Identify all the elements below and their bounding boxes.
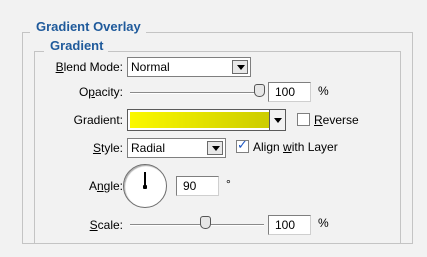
angle-label: Angle: <box>0 178 123 194</box>
reverse-checkbox[interactable] <box>297 113 310 126</box>
blend-mode-select[interactable]: Normal <box>127 57 251 77</box>
blend-mode-label: Blend Mode: <box>0 59 123 75</box>
opacity-slider-track[interactable] <box>130 92 264 94</box>
scale-label-post: cale: <box>97 218 123 232</box>
style-select[interactable]: Radial <box>127 138 226 158</box>
blend-mode-value: Normal <box>131 60 170 74</box>
opacity-input[interactable]: 100 <box>268 82 311 102</box>
scale-unit: % <box>318 216 329 230</box>
opacity-unit: % <box>318 84 329 98</box>
gradient-picker[interactable] <box>127 109 286 131</box>
align-label-pre: Align <box>253 140 284 154</box>
blend-mode-label-post: lend Mode: <box>63 60 123 74</box>
align-with-layer-checkbox[interactable] <box>236 138 249 153</box>
align-label-post: ith Layer <box>291 140 338 154</box>
opacity-slider-thumb[interactable] <box>254 84 265 97</box>
blend-mode-label-mnemonic: B <box>55 60 64 74</box>
gradient-overlay-title: Gradient Overlay <box>30 19 146 34</box>
scale-input[interactable]: 100 <box>268 215 311 235</box>
scale-label-mnemonic: S <box>89 218 98 232</box>
angle-label-mnemonic: n <box>96 179 104 193</box>
angle-label-pre: A <box>88 179 97 193</box>
style-value: Radial <box>131 141 166 155</box>
angle-input[interactable]: 90 <box>176 176 219 196</box>
gradient-group-title: Gradient <box>44 38 109 53</box>
angle-dial-center <box>143 185 147 189</box>
opacity-label: Opacity: <box>0 84 123 100</box>
align-label-mnemonic: w <box>283 140 292 154</box>
reverse-label[interactable]: Reverse <box>314 112 359 128</box>
style-label-post: tyle: <box>100 141 123 155</box>
reverse-label-mnemonic: R <box>314 113 323 127</box>
opacity-label-mnemonic: p <box>88 85 95 99</box>
style-label-mnemonic: S <box>92 141 101 155</box>
style-label: Style: <box>0 140 123 156</box>
chevron-down-icon[interactable] <box>269 110 285 130</box>
reverse-label-post: everse <box>322 113 359 127</box>
angle-unit: ° <box>226 177 231 191</box>
scale-slider-thumb[interactable] <box>200 216 211 229</box>
angle-label-post: gle: <box>103 179 123 193</box>
chevron-down-icon[interactable] <box>232 60 248 74</box>
opacity-label-pre: O <box>78 85 89 99</box>
gradient-label: Gradient: <box>73 113 123 127</box>
scale-label: Scale: <box>0 217 123 233</box>
angle-dial[interactable] <box>123 164 167 208</box>
opacity-label-post: acity: <box>94 85 123 99</box>
align-with-layer-label[interactable]: Align with Layer <box>253 139 338 155</box>
gradient-swatch[interactable] <box>130 112 283 128</box>
scale-slider-track[interactable] <box>130 224 264 226</box>
chevron-down-icon[interactable] <box>207 141 223 155</box>
